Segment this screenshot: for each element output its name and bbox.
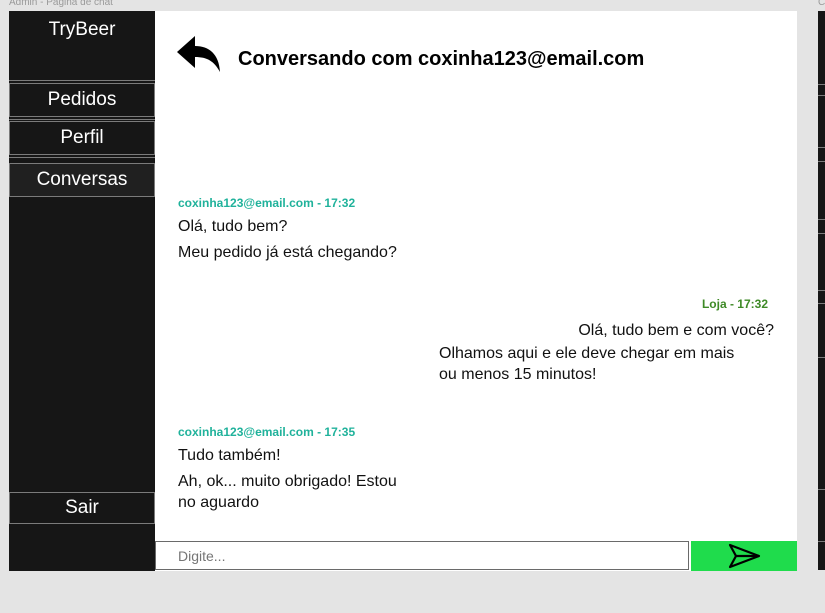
message-meta: coxinha123@email.com - 17:35 bbox=[178, 425, 356, 439]
chat-page: TryBeer Pedidos Perfil Conversas Sair Co… bbox=[9, 11, 797, 571]
nav-divider bbox=[818, 95, 825, 96]
message-text: no aguardo bbox=[178, 494, 259, 511]
chat-header: Conversando com coxinha123@email.com bbox=[155, 11, 797, 131]
message-meta: Loja - 17:32 bbox=[701, 297, 768, 311]
message-text: Meu pedido já está chegando? bbox=[178, 244, 397, 261]
sidebar-item-pedidos[interactable]: Pedidos bbox=[9, 83, 155, 117]
send-arrow-icon bbox=[728, 543, 761, 569]
brand-title: TryBeer bbox=[9, 11, 155, 81]
nav-divider bbox=[818, 147, 825, 148]
nav-divider bbox=[9, 119, 155, 120]
nav-divider bbox=[818, 219, 825, 220]
nav-divider bbox=[818, 541, 825, 542]
nav-divider bbox=[818, 233, 825, 234]
page-title: Conversando com coxinha123@email.com bbox=[238, 48, 645, 70]
sidebar: TryBeer Pedidos Perfil Conversas Sair bbox=[9, 11, 155, 571]
message-text: Olá, tudo bem? bbox=[178, 218, 288, 235]
message-text: Ah, ok... muito obrigado! Estou bbox=[178, 473, 397, 490]
nav-divider bbox=[818, 357, 825, 358]
message-meta: coxinha123@email.com - 17:32 bbox=[178, 196, 356, 210]
chat-message-client: coxinha123@email.com - 17:35 Tudo também… bbox=[178, 425, 397, 513]
message-input[interactable] bbox=[155, 541, 689, 570]
nav-divider bbox=[818, 303, 825, 304]
reply-arrow-icon[interactable] bbox=[177, 36, 221, 74]
nav-divider bbox=[9, 157, 155, 158]
frame-caption: Admin - Página de chat bbox=[9, 0, 113, 8]
nav-divider bbox=[818, 161, 825, 162]
send-button[interactable] bbox=[691, 541, 797, 571]
message-text: ou menos 15 minutos! bbox=[439, 366, 597, 383]
message-text: Olá, tudo bem e com você? bbox=[578, 322, 774, 339]
sidebar-item-perfil[interactable]: Perfil bbox=[9, 121, 155, 155]
chat-message-store: Loja - 17:32 Olá, tudo bem e com você? O… bbox=[439, 297, 774, 385]
sidebar-item-conversas[interactable]: Conversas bbox=[9, 163, 155, 197]
nav-divider bbox=[818, 489, 825, 490]
nav-divider bbox=[818, 290, 825, 291]
message-text: Tudo também! bbox=[178, 447, 281, 464]
next-frame-preview bbox=[818, 11, 825, 570]
logout-button[interactable]: Sair bbox=[9, 492, 155, 524]
next-frame-caption: C bbox=[818, 0, 825, 8]
chat-message-client: coxinha123@email.com - 17:32 Olá, tudo b… bbox=[178, 196, 397, 263]
nav-divider bbox=[818, 84, 825, 85]
message-text: Olhamos aqui e ele deve chegar em mais bbox=[439, 345, 735, 362]
